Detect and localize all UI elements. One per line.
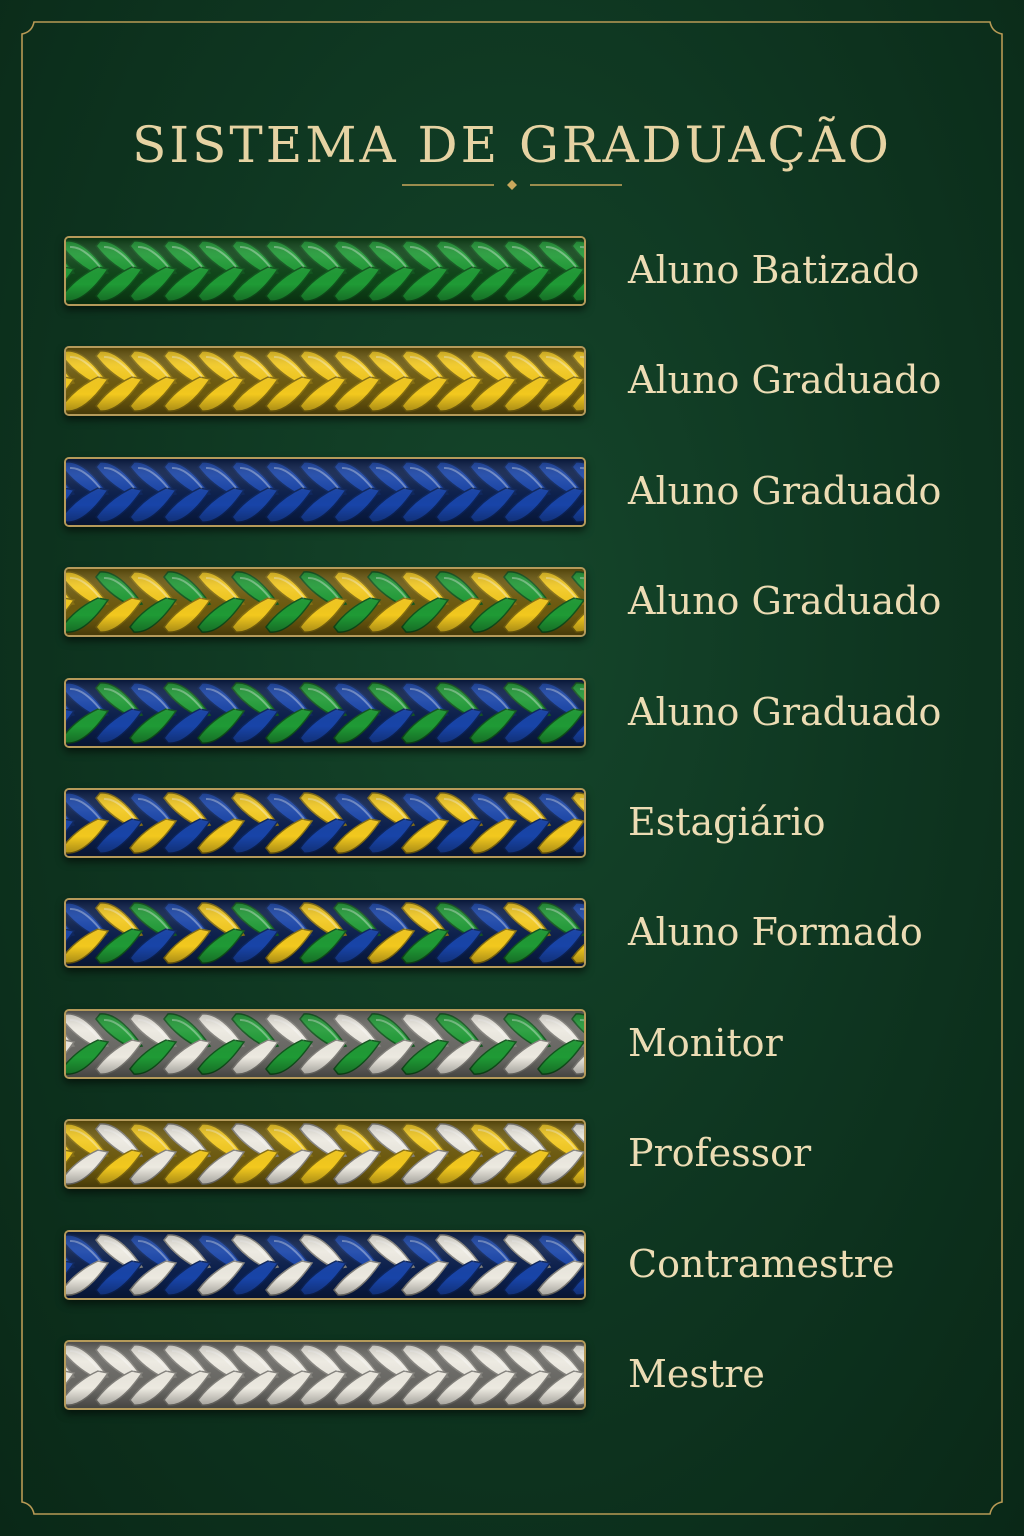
cord-graphic bbox=[64, 457, 586, 527]
rank-label: Contramestre bbox=[628, 1242, 895, 1286]
braided-cord bbox=[66, 900, 584, 966]
rank-label: Mestre bbox=[628, 1352, 765, 1396]
braided-cord bbox=[66, 459, 584, 525]
rank-row: Professor bbox=[64, 1119, 964, 1191]
rank-label: Professor bbox=[628, 1131, 812, 1175]
cord-graphic bbox=[64, 1119, 586, 1189]
braided-cord bbox=[66, 238, 584, 304]
rank-label: Aluno Batizado bbox=[628, 248, 920, 292]
rank-label: Aluno Graduado bbox=[628, 358, 942, 402]
braided-cord bbox=[66, 1011, 584, 1077]
braided-cord bbox=[66, 1232, 584, 1298]
cord-graphic bbox=[64, 788, 586, 858]
cord-graphic bbox=[64, 567, 586, 637]
rank-label: Aluno Graduado bbox=[628, 690, 942, 734]
cord-graphic bbox=[64, 678, 586, 748]
rank-label: Aluno Formado bbox=[628, 910, 923, 954]
braided-cord bbox=[66, 569, 584, 635]
rank-row: Aluno Batizado bbox=[64, 236, 964, 308]
rank-row: Aluno Graduado bbox=[64, 567, 964, 639]
rank-label: Aluno Graduado bbox=[628, 579, 942, 623]
rank-row: Estagiário bbox=[64, 788, 964, 860]
rank-row: Monitor bbox=[64, 1009, 964, 1081]
rank-label: Aluno Graduado bbox=[628, 469, 942, 513]
cord-graphic bbox=[64, 1340, 586, 1410]
rank-row: Mestre bbox=[64, 1340, 964, 1412]
rank-list: Aluno Batizado Aluno Graduado Aluno Gradua… bbox=[0, 0, 1024, 1536]
rank-row: Aluno Graduado bbox=[64, 678, 964, 750]
braided-cord bbox=[66, 348, 584, 414]
rank-row: Contramestre bbox=[64, 1230, 964, 1302]
cord-graphic bbox=[64, 1009, 586, 1079]
cord-graphic bbox=[64, 346, 586, 416]
rank-row: Aluno Graduado bbox=[64, 346, 964, 418]
rank-label: Monitor bbox=[628, 1021, 783, 1065]
cord-graphic bbox=[64, 898, 586, 968]
rank-row: Aluno Graduado bbox=[64, 457, 964, 529]
rank-label: Estagiário bbox=[628, 800, 826, 844]
cord-graphic bbox=[64, 236, 586, 306]
rank-row: Aluno Formado bbox=[64, 898, 964, 970]
cord-graphic bbox=[64, 1230, 586, 1300]
braided-cord bbox=[66, 790, 584, 856]
braided-cord bbox=[66, 1121, 584, 1187]
braided-cord bbox=[66, 1342, 584, 1408]
braided-cord bbox=[66, 680, 584, 746]
